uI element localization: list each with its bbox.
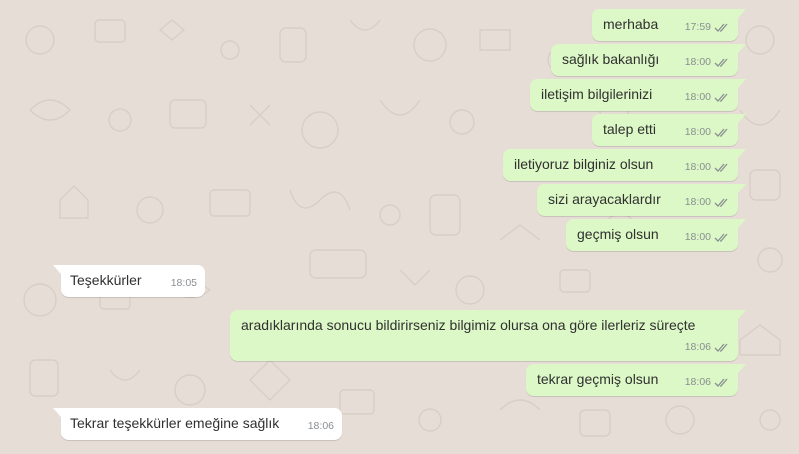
message-meta: 18:06 — [685, 373, 730, 392]
double-check-icon — [714, 58, 728, 67]
message-time: 18:00 — [684, 196, 711, 208]
message-meta: 18:00 — [685, 228, 730, 247]
message-text: tekrar geçmiş olsun — [537, 371, 659, 387]
message-meta: 18:00 — [685, 123, 730, 142]
message-text: Tekrar teşekkürler emeğine sağlık — [70, 415, 280, 431]
double-check-icon — [714, 343, 728, 352]
message-time: 18:06 — [684, 376, 711, 388]
message-meta: 18:00 — [685, 193, 730, 212]
outgoing-message[interactable]: talep etti 18:00 — [592, 114, 746, 146]
message-text: sağlık bakanlığı — [562, 51, 660, 67]
message-time: 18:00 — [684, 56, 711, 68]
message-time: 18:00 — [684, 91, 711, 103]
message-text: talep etti — [603, 121, 656, 137]
outgoing-message[interactable]: sizi arayacaklardır 18:00 — [537, 184, 746, 216]
message-meta: 18:05 — [171, 274, 197, 293]
message-time: 18:00 — [684, 231, 711, 243]
message-time: 18:06 — [307, 420, 334, 432]
message-time: 18:00 — [684, 126, 711, 138]
message-time: 18:06 — [684, 341, 711, 353]
double-check-icon — [714, 93, 728, 102]
outgoing-message[interactable]: merhaba 17:59 — [592, 9, 746, 41]
message-text: Teşekkürler — [70, 272, 142, 288]
outgoing-message[interactable]: iletişim bilgilerinizi 18:00 — [530, 79, 746, 111]
message-meta: 18:00 — [685, 88, 730, 107]
outgoing-message[interactable]: geçmiş olsun 18:00 — [566, 219, 746, 251]
message-meta: 18:06 — [308, 417, 334, 436]
incoming-message[interactable]: Teşekkürler 18:05 — [53, 265, 205, 297]
message-meta: 18:00 — [685, 158, 730, 177]
double-check-icon — [714, 233, 728, 242]
message-time: 17:59 — [684, 21, 711, 33]
message-meta: 17:59 — [685, 18, 730, 37]
message-text: geçmiş olsun — [577, 226, 659, 242]
message-text: iletiyoruz bilginiz olsun — [514, 156, 654, 172]
outgoing-message[interactable]: iletiyoruz bilginiz olsun 18:00 — [503, 149, 746, 181]
double-check-icon — [714, 378, 728, 387]
incoming-message[interactable]: Tekrar teşekkürler emeğine sağlık 18:06 — [53, 408, 342, 440]
double-check-icon — [714, 23, 728, 32]
message-text: merhaba — [603, 16, 659, 32]
double-check-icon — [714, 128, 728, 137]
message-meta: 18:00 — [685, 53, 730, 72]
outgoing-message[interactable]: sağlık bakanlığı 18:00 — [551, 44, 746, 76]
double-check-icon — [714, 198, 728, 207]
outgoing-message[interactable]: aradıklarında sonucu bildirirseniz bilgi… — [230, 310, 746, 361]
message-time: 18:00 — [684, 161, 711, 173]
message-meta: 18:06 — [685, 338, 730, 357]
message-text: aradıklarında sonucu bildirirseniz bilgi… — [241, 317, 696, 333]
outgoing-message[interactable]: tekrar geçmiş olsun 18:06 — [526, 364, 746, 396]
message-text: sizi arayacaklardır — [548, 191, 661, 207]
message-time: 18:05 — [170, 277, 197, 289]
message-text: iletişim bilgilerinizi — [541, 86, 653, 102]
double-check-icon — [714, 163, 728, 172]
